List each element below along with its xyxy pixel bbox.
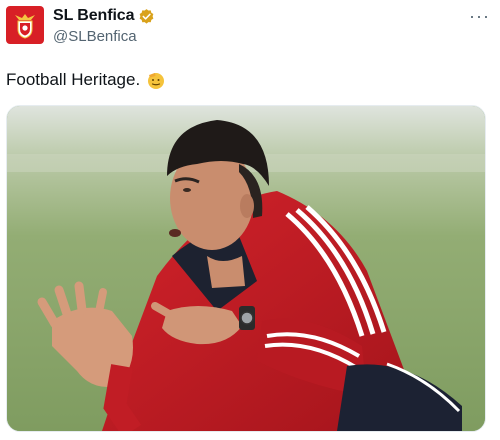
avatar[interactable]	[6, 6, 44, 44]
verified-badge-icon	[138, 8, 155, 25]
tweet-text: Football Heritage.	[6, 70, 141, 89]
display-name[interactable]: SL Benfica	[53, 7, 135, 25]
saluting-face-emoji	[146, 70, 166, 90]
author-info: SL Benfica @SLBenfica	[53, 6, 155, 45]
ellipsis-icon[interactable]: ···	[469, 6, 490, 27]
name-row: SL Benfica	[53, 6, 155, 26]
user-handle[interactable]: @SLBenfica	[53, 28, 155, 45]
tweet-text-row: Football Heritage.	[6, 70, 166, 90]
coach-photo-illustration	[7, 106, 485, 431]
benfica-crest-icon	[15, 14, 35, 39]
tweet-card: SL Benfica @SLBenfica ··· Football Herit…	[0, 0, 500, 440]
tweet-photo[interactable]	[6, 105, 486, 432]
